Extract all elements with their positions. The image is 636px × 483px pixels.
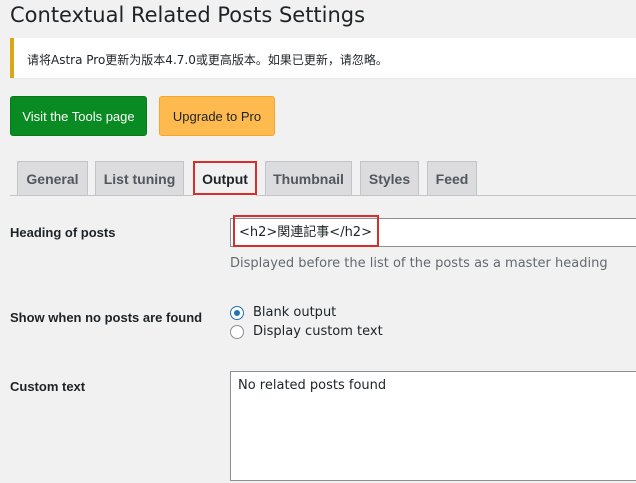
- tabs-divider: [10, 195, 636, 196]
- radio-button-selected[interactable]: [230, 305, 244, 320]
- radio-label: Blank output: [253, 305, 337, 320]
- notice-text: 请将Astra Pro更新为版本4.7.0或更高版本。如果已更新，请忽略。: [27, 53, 388, 67]
- custom-text-label: Custom text: [10, 379, 86, 394]
- tab-feed[interactable]: Feed: [427, 161, 477, 195]
- radio-label: Display custom text: [253, 324, 383, 339]
- page-title: Contextual Related Posts Settings: [10, 3, 366, 27]
- custom-text-textarea[interactable]: No related posts found: [230, 371, 636, 481]
- show-when-no-posts-label: Show when no posts are found: [10, 310, 203, 325]
- upgrade-to-pro-button[interactable]: Upgrade to Pro: [159, 96, 275, 136]
- radio-button[interactable]: [230, 324, 244, 339]
- tab-thumbnail[interactable]: Thumbnail: [265, 161, 352, 195]
- update-notice: 请将Astra Pro更新为版本4.7.0或更高版本。如果已更新，请忽略。: [10, 38, 636, 78]
- tab-general[interactable]: General: [17, 161, 88, 195]
- heading-of-posts-input[interactable]: <h2>関連記事</h2>: [230, 218, 636, 247]
- radio-display-custom-text[interactable]: Display custom text: [230, 324, 383, 339]
- radio-blank-output[interactable]: Blank output: [230, 305, 336, 320]
- tab-styles[interactable]: Styles: [360, 161, 419, 195]
- heading-of-posts-label: Heading of posts: [10, 225, 116, 240]
- tab-list-tuning[interactable]: List tuning: [95, 161, 184, 195]
- visit-tools-button[interactable]: Visit the Tools page: [10, 96, 147, 136]
- heading-description: Displayed before the list of the posts a…: [230, 256, 608, 271]
- tab-output[interactable]: Output: [193, 161, 257, 196]
